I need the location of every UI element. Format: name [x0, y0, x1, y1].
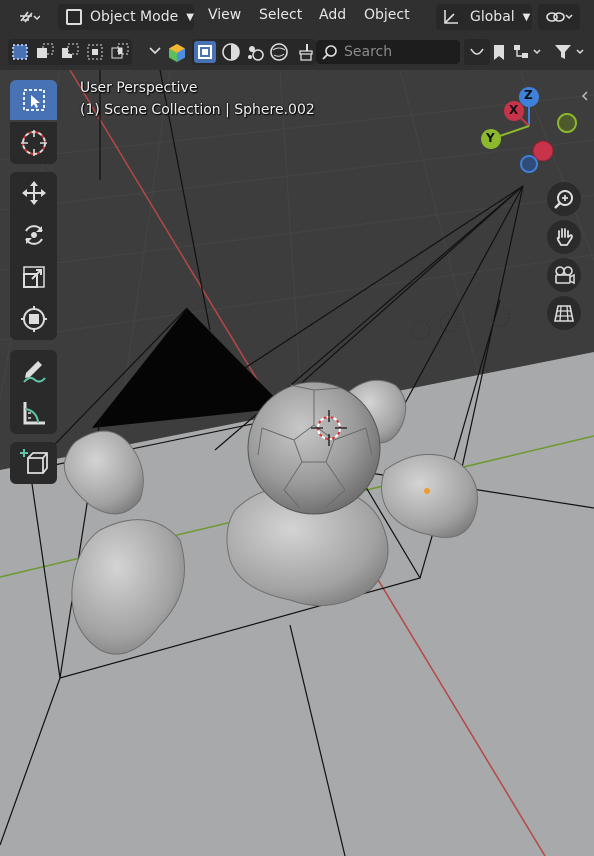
tool-select-box[interactable]: [10, 80, 57, 120]
navigation-gizmo[interactable]: Z X Y: [476, 84, 586, 184]
transform-orientation-dropdown[interactable]: Global ▼: [436, 4, 532, 30]
add-cube-icon: [19, 448, 49, 478]
snap-pivot-dropdown[interactable]: [538, 4, 580, 30]
rotate-icon: [20, 221, 48, 249]
filter-toggle-button[interactable]: [464, 39, 490, 65]
move-icon: [20, 179, 48, 207]
mode-label: Object Mode: [90, 9, 179, 25]
tool-add-cube[interactable]: [10, 442, 57, 484]
scene-render: [0, 70, 594, 856]
menu-object[interactable]: Object: [364, 7, 410, 23]
search-field[interactable]: Search: [316, 40, 460, 64]
search-icon: [322, 44, 338, 60]
select-subtract-icon[interactable]: [60, 42, 80, 62]
mode-dropdown[interactable]: Object Mode ▼: [58, 4, 194, 30]
filter-funnel-icon[interactable]: [553, 42, 591, 62]
tool-rotate[interactable]: [10, 214, 57, 256]
orientation-label: Global: [470, 9, 515, 25]
ortho-toggle-button[interactable]: [547, 296, 581, 330]
material-preview-icon[interactable]: [245, 42, 265, 62]
curve-icon: [469, 45, 485, 59]
selection-mode-group[interactable]: [8, 39, 132, 65]
tool-move[interactable]: [10, 172, 57, 214]
chevron-down-icon[interactable]: [148, 46, 162, 56]
editor-type-button[interactable]: [8, 4, 50, 30]
select-new-icon[interactable]: [10, 42, 30, 62]
search-placeholder: Search: [344, 44, 393, 60]
3d-viewport[interactable]: User Perspective (1) Scene Collection | …: [0, 70, 594, 856]
object-mode-icon: [66, 9, 82, 25]
menu-add[interactable]: Add: [319, 7, 346, 23]
collection-info: (1) Scene Collection | Sphere.002: [80, 102, 315, 118]
gizmo-x-label: X: [509, 103, 519, 117]
view-name: User Perspective: [80, 80, 198, 96]
soccer-sphere: [247, 381, 381, 515]
light-markers: [411, 307, 510, 340]
chevron-left-icon[interactable]: [580, 90, 590, 102]
tool-measure[interactable]: [10, 392, 57, 434]
gizmo-y-label: Y: [486, 131, 495, 145]
zoom-button[interactable]: [547, 182, 581, 216]
shading-group[interactable]: [192, 39, 316, 65]
solid-shading-icon[interactable]: [221, 42, 241, 62]
menu-view[interactable]: View: [208, 7, 241, 23]
link-icon: [545, 9, 573, 25]
tool-annotate[interactable]: [10, 350, 57, 392]
zoom-icon: [553, 188, 575, 210]
xray-icon[interactable]: [194, 41, 217, 63]
select-extend-icon[interactable]: [35, 42, 55, 62]
camera-view-button[interactable]: [547, 258, 581, 292]
select-invert-icon[interactable]: [85, 42, 105, 62]
tool-cursor[interactable]: [10, 122, 57, 164]
rendered-shading-icon[interactable]: [269, 42, 289, 62]
annotate-icon: [20, 357, 48, 385]
pan-button[interactable]: [547, 220, 581, 254]
origin-dot: [424, 488, 430, 494]
ortho-grid-icon: [553, 302, 575, 324]
dark-triangle: [92, 308, 285, 428]
measure-icon: [20, 399, 48, 427]
overlay-color-icon[interactable]: [166, 42, 188, 64]
select-intersect-icon[interactable]: [110, 42, 130, 62]
pan-hand-icon: [553, 226, 575, 248]
bookmark-icon[interactable]: [492, 44, 506, 62]
cursor-icon: [19, 128, 49, 158]
viewport-tool-header: Search: [0, 34, 594, 71]
tool-transform[interactable]: [10, 298, 57, 340]
chevron-down-icon: ▼: [186, 11, 194, 23]
orientation-icon: [442, 8, 460, 26]
scale-icon: [20, 263, 48, 291]
paint-brush-icon[interactable]: [294, 42, 314, 62]
camera-view-icon: [552, 264, 576, 286]
editor-type-icon: [18, 8, 40, 26]
gizmo-z-label: Z: [524, 88, 533, 102]
menu-select[interactable]: Select: [259, 7, 302, 23]
viewport-header: Object Mode ▼ View Select Add Object Glo…: [0, 0, 594, 34]
select-box-icon: [21, 87, 47, 113]
chevron-down-icon: ▼: [522, 11, 531, 23]
hierarchy-icon[interactable]: [512, 43, 544, 61]
transform-icon: [20, 305, 48, 333]
tool-scale[interactable]: [10, 256, 57, 298]
